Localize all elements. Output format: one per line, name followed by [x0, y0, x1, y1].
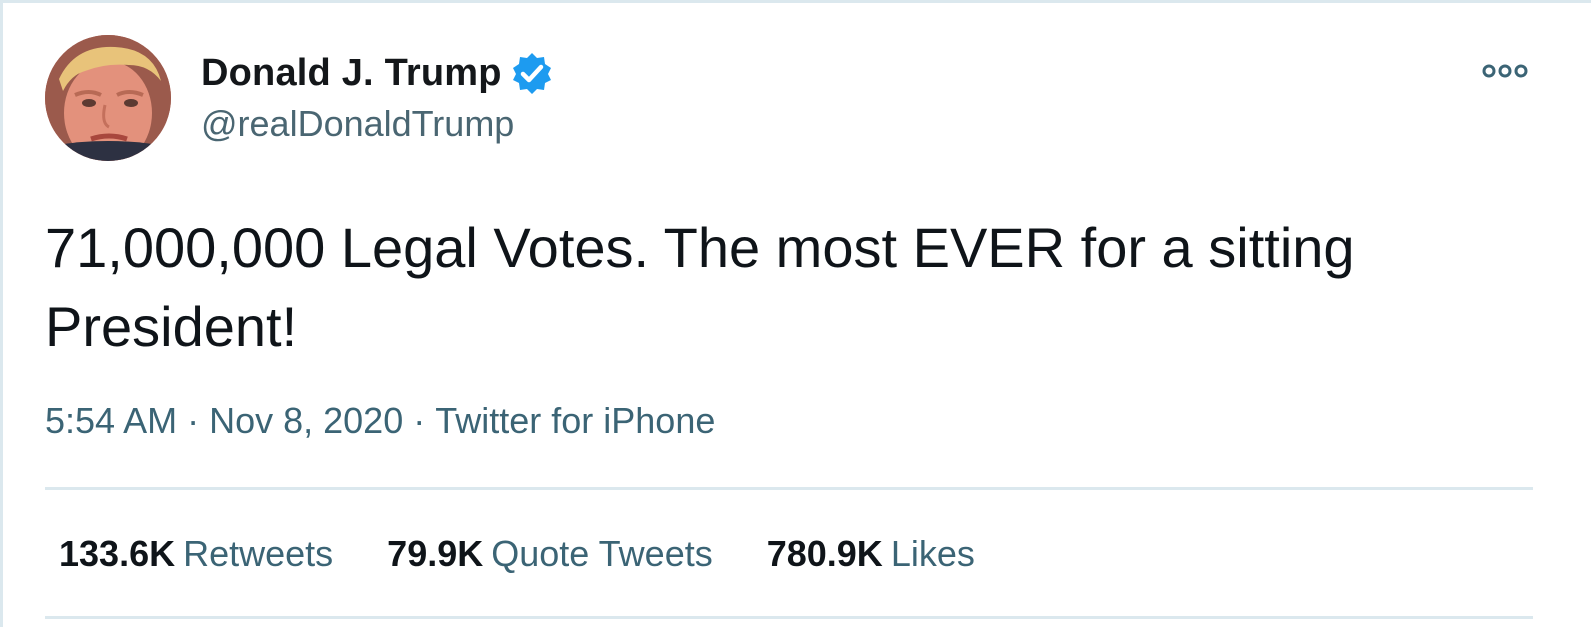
- likes-label: Likes: [890, 533, 975, 574]
- likes-count: 780.9K: [766, 533, 883, 574]
- retweets-count: 133.6K: [59, 533, 176, 574]
- tweet-card: Donald J. Trump @realDonaldTrump 71,000,…: [0, 0, 1591, 627]
- avatar-portrait-icon: [45, 35, 171, 161]
- tweet-text: 71,000,000 Legal Votes. The most EVER fo…: [45, 216, 1355, 358]
- quote-tweets-count: 79.9K: [387, 533, 484, 574]
- tweet-time[interactable]: 5:54 AM: [45, 400, 177, 441]
- author-display-name[interactable]: Donald J. Trump: [201, 52, 502, 95]
- verified-badge-icon: [510, 51, 554, 95]
- more-options-icon[interactable]: [1481, 61, 1533, 81]
- retweets-label: Retweets: [183, 533, 334, 574]
- avatar[interactable]: [45, 35, 171, 161]
- tweet-date[interactable]: Nov 8, 2020: [209, 400, 403, 441]
- tweet-meta: 5:54 AM · Nov 8, 2020 · Twitter for iPhone: [45, 400, 715, 442]
- likes-stat[interactable]: 780.9K Likes: [767, 533, 975, 575]
- author-name-row[interactable]: Donald J. Trump: [201, 51, 554, 95]
- quote-tweets-stat[interactable]: 79.9K Quote Tweets: [387, 533, 713, 575]
- tweet-stats: 133.6K Retweets 79.9K Quote Tweets 780.9…: [59, 533, 1029, 575]
- tweet-source[interactable]: Twitter for iPhone: [435, 400, 715, 441]
- divider: [45, 616, 1533, 619]
- author-handle[interactable]: @realDonaldTrump: [201, 103, 514, 145]
- retweets-stat[interactable]: 133.6K Retweets: [59, 533, 333, 575]
- meta-separator: ·: [187, 400, 200, 441]
- divider: [45, 487, 1533, 490]
- quote-tweets-label: Quote Tweets: [491, 533, 713, 574]
- meta-separator: ·: [413, 400, 426, 441]
